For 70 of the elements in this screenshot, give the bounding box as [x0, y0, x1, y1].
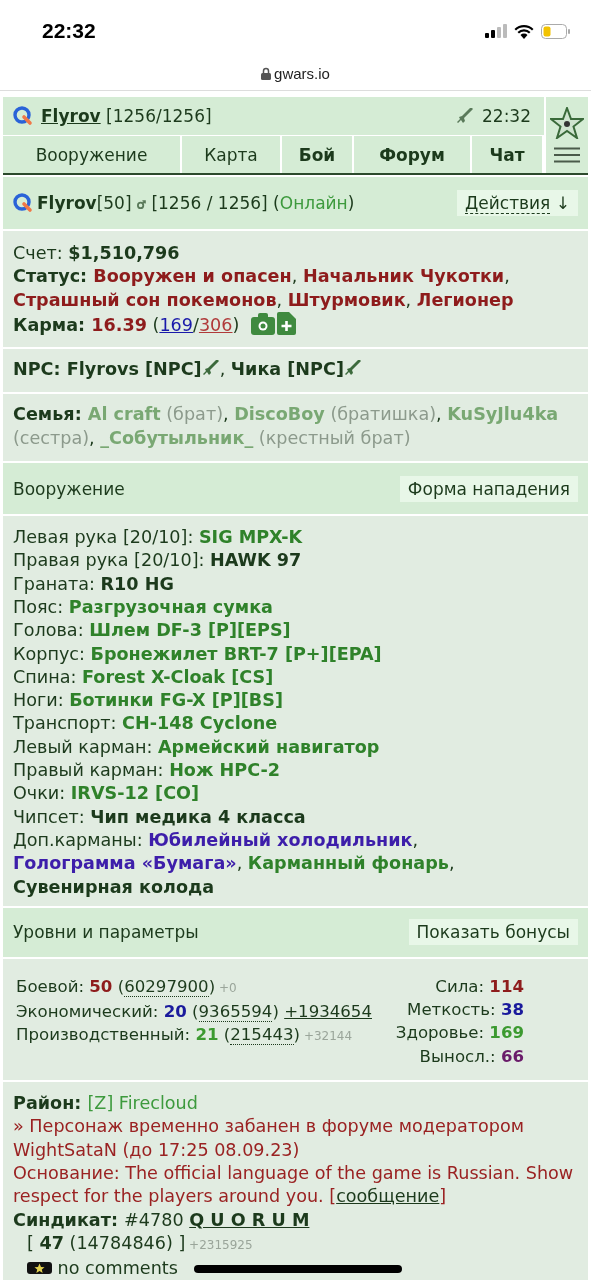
level-line: Экономический: 20 (9365594) +1934654	[16, 1002, 372, 1023]
equipment-slot: Левая рука [20/10]: SIG MPX-K	[13, 527, 303, 548]
equipment-slot: Чипсет: Чип медика 4 класса	[13, 806, 306, 827]
link[interactable]: сообщение	[336, 1186, 440, 1207]
equipment-slot: Ноги: Ботинки FG-X [P][BS]	[13, 690, 283, 711]
equipment-slot: Левый карман: Армейский навигатор	[13, 736, 380, 757]
menu-icon[interactable]	[554, 147, 580, 163]
rifle-icon	[343, 359, 362, 378]
signal-icon	[485, 24, 507, 38]
info-line: Карма: 16.39 (169/306)	[13, 314, 240, 335]
syndicate-line: [ 47 (14784846) ] +2315925	[27, 1232, 253, 1253]
section-title: Уровни и параметры	[13, 922, 199, 943]
add-file-icon[interactable]	[277, 311, 297, 335]
male-icon	[137, 200, 146, 209]
equipment-slot: Транспорт: CH-148 Cyclone	[13, 713, 278, 734]
nav-tab[interactable]: Чат	[472, 136, 544, 173]
district-line: » Персонаж временно забанен в форуме модератором WightSataN (до 17:25 08.09.23)	[13, 1116, 524, 1160]
npc-list: NPC: Flyrovs [NPC]	[13, 359, 202, 380]
stat-line: Меткость: 38	[407, 1000, 524, 1020]
player-link[interactable]: Flyrov	[41, 106, 101, 126]
info-line: Счет: $1,510,796	[13, 243, 180, 263]
logo-icon	[13, 193, 33, 213]
district-line: Основание: The official language of the game is Russian. Show respect for the players around you. [сообщение]	[13, 1162, 574, 1207]
clock: 22:32	[42, 19, 96, 43]
equipment-slot: Правый карман: Нож HPC-2	[13, 760, 281, 781]
link[interactable]: Q U O R U M	[189, 1209, 310, 1230]
district-line: Синдикат: #4780 Q U O R U M	[13, 1209, 310, 1230]
stat-line: Выносл.: 66	[419, 1046, 524, 1066]
nav-tab[interactable]: Вооружение	[3, 136, 182, 173]
district-line: Район: [Z] Firecloud	[13, 1093, 198, 1113]
equipment-slot: Граната: R10 HG	[13, 573, 174, 594]
link[interactable]: 306	[198, 314, 233, 335]
star-icon[interactable]	[550, 107, 584, 139]
level-line: Производственный: 21 (215443) +32144	[16, 1025, 353, 1045]
equipment-slot: Спина: Forest X-Cloak [CS]	[13, 666, 274, 687]
link[interactable]: 169	[159, 314, 193, 335]
equipment-slot: Пояс: Разгрузочная сумка	[13, 596, 273, 617]
lock-icon	[261, 66, 272, 80]
health-counter: [1256/1256]	[105, 106, 212, 126]
nav-tab[interactable]: Форум	[354, 136, 472, 173]
address-url[interactable]: gwars.io	[274, 64, 330, 82]
link[interactable]: +1934654	[284, 1002, 372, 1022]
info-line: Статус: Вооружен и опасен, Начальник Чукотки, Страшный сон покемонов, Штурмовик, Легионер	[13, 266, 514, 310]
battery-icon	[541, 23, 571, 39]
nav-tab[interactable]: Бой	[282, 136, 354, 173]
equipment-slot: Доп.карманы: Юбилейный холодильник, Голограмма «Бумага», Карманный фонарь, Сувенирная колода	[13, 829, 455, 897]
family-list: Семья: Al craft (брат), DiscoBoy (братишка), KuSyJlu4ka (сестра), _Собутыльник_ (крестный брат)	[13, 404, 559, 448]
npc-list: , Чика [NPC]	[219, 359, 344, 380]
attack-form-button[interactable]: Форма нападения	[399, 475, 578, 502]
profile-title: [1256 / 1256] (Онлайн)	[150, 193, 355, 213]
stat-line: Сила: 114	[435, 976, 524, 996]
actions-button[interactable]: Действия ↓	[457, 190, 578, 216]
equipment-slot: Голова: Шлем DF-3 [P][EPS]	[13, 620, 291, 641]
camera-icon[interactable]	[251, 312, 276, 335]
rank-badge-icon	[27, 1262, 52, 1275]
nav-tab[interactable]: Карта	[182, 136, 282, 173]
wifi-icon	[514, 23, 534, 39]
rifle-icon	[456, 107, 474, 125]
rifle-icon	[201, 359, 220, 378]
server-time: 22:32	[482, 106, 531, 126]
profile-title: Flyrov[50]	[37, 193, 133, 213]
stat-line: Здоровье: 169	[395, 1023, 524, 1043]
level-line: Боевой: 50 (60297900) +0	[16, 976, 237, 996]
show-bonuses-button[interactable]: Показать бонусы	[408, 919, 578, 946]
logo-icon	[13, 106, 33, 126]
equipment-slot: Очки: IRVS-12 [CO]	[13, 783, 200, 804]
equipment-slot: Правая рука [20/10]: HAWK 97	[13, 550, 302, 571]
equipment-slot: Корпус: Бронежилет BRT-7 [P+][EPA]	[13, 643, 382, 664]
section-title: Вооружение	[13, 478, 125, 499]
syndicate-line: no comments	[56, 1258, 178, 1279]
